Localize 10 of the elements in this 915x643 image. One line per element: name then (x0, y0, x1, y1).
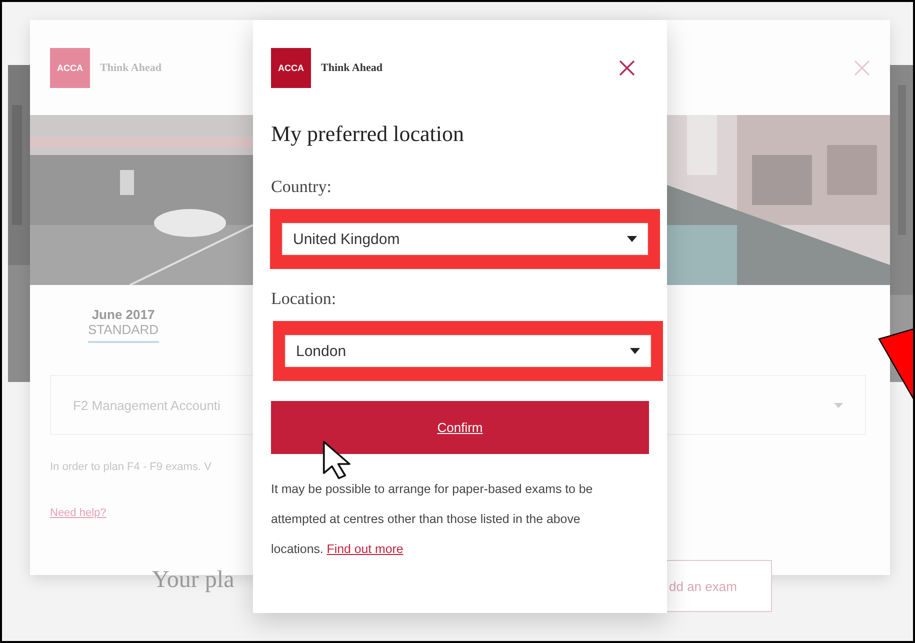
field-label: Country: (271, 177, 332, 197)
field-label: Location: (271, 289, 338, 309)
info-text: In order to plan F4 - F9 exams. V (50, 461, 212, 473)
logo-tagline: Think Ahead (100, 62, 162, 74)
info-paragraph: It may be possible to arrange for paper-based exams to be attempted at centres other than those listed in the above locations. Find out more (271, 481, 594, 558)
logo: ACCA (50, 48, 90, 88)
logo-tagline: Think Ahead (321, 62, 382, 74)
plan-heading: Your pla (152, 567, 234, 594)
logo: ACCA (271, 48, 311, 88)
dialog-title: My preferred location (271, 121, 466, 147)
